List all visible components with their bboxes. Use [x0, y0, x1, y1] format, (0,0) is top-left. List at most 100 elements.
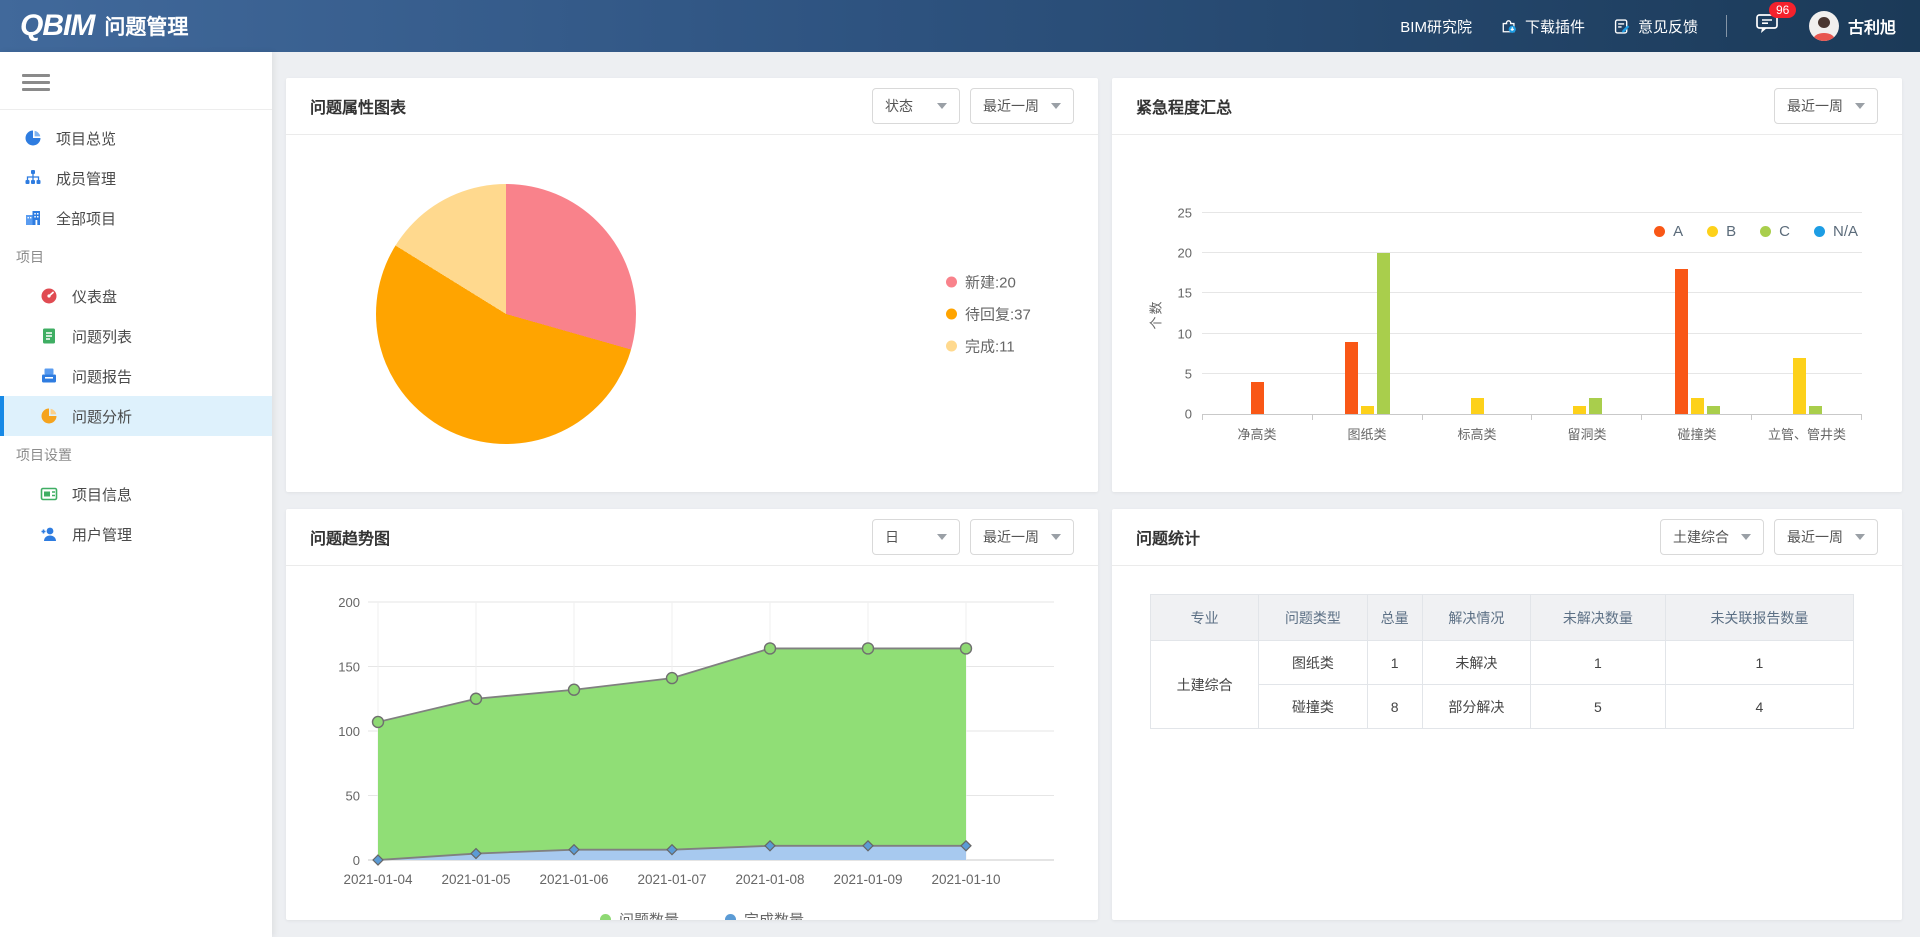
bar-C	[1808, 405, 1822, 414]
table-cell: 4	[1664, 684, 1855, 729]
sidebar-item-label: 用户管理	[72, 526, 133, 544]
project-info-icon	[40, 485, 58, 503]
status-pie-chart	[376, 183, 636, 444]
table-column-header: 解决情况	[1421, 594, 1531, 641]
timerange-filter-dropdown[interactable]: 最近一周	[1774, 88, 1878, 124]
bar-group-5	[1642, 213, 1752, 414]
bar-legend-item: C	[1760, 223, 1790, 240]
table-cell: 1	[1366, 640, 1423, 685]
y-axis-tick: 15	[1177, 285, 1192, 301]
svg-text:2021-01-08: 2021-01-08	[735, 872, 804, 887]
timerange-filter-dropdown[interactable]: 最近一周	[970, 519, 1074, 555]
projects-building-icon	[24, 209, 42, 227]
y-axis-tick: 5	[1184, 366, 1192, 382]
caret-down-icon	[1051, 103, 1061, 109]
feedback-icon	[1613, 17, 1631, 35]
bar-B	[1470, 397, 1484, 414]
granularity-filter-dropdown[interactable]: 日	[872, 519, 960, 555]
bar-A	[1344, 341, 1358, 414]
legend-dot-icon	[599, 914, 611, 920]
timerange-filter-dropdown[interactable]: 最近一周	[970, 88, 1074, 124]
bar-B	[1690, 397, 1704, 414]
legend-dot-icon	[1654, 226, 1666, 237]
svg-text:100: 100	[338, 724, 360, 739]
nav-feedback[interactable]: 意见反馈	[1613, 16, 1698, 37]
app-logo: QBIM 问题管理	[20, 9, 188, 43]
legend-dot-icon	[1760, 226, 1772, 237]
dashboard-gauge-icon	[40, 287, 58, 305]
y-axis-title: 个数	[1148, 298, 1164, 330]
sidebar: 项目总览成员管理 全部项目项目仪表盘 问题列表问题报告问题分析项目设置项目信息用户管…	[0, 52, 272, 937]
svg-text:2021-01-04: 2021-01-04	[343, 872, 413, 887]
messages-button[interactable]: 96	[1755, 2, 1797, 40]
issue-trend-area-chart: 0 50 100 150 200 2021-01-04 2021-01-05 2021-01-…	[316, 580, 1088, 907]
sidebar-section-label: 项目	[16, 249, 44, 265]
issue-report-icon	[40, 367, 58, 385]
panel-title: 问题统计	[1136, 531, 1201, 548]
logo-mark: QBIM	[20, 9, 95, 42]
nav-bim-institute[interactable]: BIM研究院	[1400, 16, 1472, 37]
panel-title: 问题趋势图	[310, 531, 391, 548]
bar-group-6	[1752, 213, 1862, 414]
bar-legend-item: N/A	[1813, 223, 1858, 240]
bar-legend-item: A	[1654, 223, 1683, 240]
plugin-download-icon	[1500, 17, 1518, 35]
sidebar-item-issue-list[interactable]: 问题列表	[0, 316, 272, 356]
timerange-filter-dropdown[interactable]: 最近一周	[1774, 519, 1878, 555]
avatar	[1808, 11, 1839, 41]
svg-text:2021-01-06: 2021-01-06	[539, 872, 608, 887]
sidebar-item-members[interactable]: 成员管理	[0, 158, 272, 198]
svg-text:2021-01-07: 2021-01-07	[637, 872, 706, 887]
x-axis-category-label: 标高类	[1457, 427, 1497, 442]
nav-download-plugin[interactable]: 下载插件	[1500, 16, 1585, 37]
issue-analysis-icon	[40, 407, 58, 425]
legend-dot-icon	[725, 914, 736, 920]
legend-dot-icon	[1813, 226, 1825, 237]
issue-stats-table: 专业 问题类型 总量 解决情况 未解决数量 未关联报告数量 土建综合 图纸类 1 未解决 1 1 碰撞类…	[1149, 594, 1855, 729]
pie-legend-item: 新建:20	[946, 271, 1031, 292]
svg-text:50: 50	[346, 789, 360, 804]
user-name: 古利旭	[1847, 20, 1896, 37]
table-cell: 部分解决	[1421, 684, 1531, 729]
svg-text:150: 150	[338, 660, 360, 675]
sidebar-collapse-button[interactable]	[0, 52, 272, 110]
pie-legend-item: 待回复:37	[946, 303, 1031, 324]
table-cell: 1	[1529, 640, 1666, 685]
sidebar-item-user-management[interactable]: 用户管理	[0, 514, 272, 554]
bar-A	[1674, 269, 1688, 414]
top-header: QBIM 问题管理 BIM研究院 下载插件 意见反馈 96 古利旭	[0, 0, 1920, 52]
y-axis-tick: 20	[1177, 245, 1192, 261]
sidebar-item-project-info[interactable]: 项目信息	[0, 474, 272, 514]
y-axis-tick: 10	[1177, 326, 1192, 342]
caret-down-icon	[937, 103, 947, 109]
sidebar-item-projects-building[interactable]: 全部项目	[0, 198, 272, 238]
bar-legend: A B C N/A	[1654, 223, 1858, 240]
discipline-filter-dropdown[interactable]: 土建综合	[1660, 519, 1764, 555]
table-cell: 5	[1529, 684, 1666, 729]
sidebar-item-issue-report[interactable]: 问题报告	[0, 356, 272, 396]
sidebar-item-label: 项目信息	[72, 486, 133, 504]
sidebar-item-label: 项目总览	[56, 130, 117, 148]
svg-text:2021-01-09: 2021-01-09	[833, 872, 902, 887]
unread-badge: 96	[1768, 2, 1797, 18]
status-filter-dropdown[interactable]: 状态	[872, 88, 960, 124]
table-cell: 1	[1664, 640, 1855, 685]
panel-urgency-summary: 紧急程度汇总 最近一周 0 5 10 15 20 25 净高类 图纸类 标高类 留洞类 碰撞类 立管、…	[1112, 78, 1902, 492]
bar-group-3	[1422, 213, 1532, 414]
table-cell: 土建综合	[1149, 640, 1260, 729]
sidebar-item-dashboard-gauge[interactable]: 仪表盘	[0, 276, 272, 316]
sidebar-item-label: 问题报告	[72, 368, 133, 386]
bar-A	[1250, 381, 1264, 414]
sidebar-item-label: 问题分析	[72, 408, 133, 426]
overview-pie-icon	[24, 129, 42, 147]
pie-legend: 新建:20 待回复:37 完成:11	[946, 271, 1031, 356]
sidebar-item-issue-analysis[interactable]: 问题分析	[0, 396, 272, 436]
sidebar-section-label: 项目设置	[16, 447, 72, 463]
sidebar-item-overview-pie[interactable]: 项目总览	[0, 118, 272, 158]
bar-group-2	[1312, 213, 1422, 414]
x-axis-category-label: 碰撞类	[1677, 427, 1717, 442]
svg-text:200: 200	[338, 595, 360, 610]
x-axis-category-label: 净高类	[1237, 427, 1277, 442]
bar-C	[1588, 397, 1602, 414]
user-menu[interactable]: 古利旭	[1808, 11, 1896, 41]
